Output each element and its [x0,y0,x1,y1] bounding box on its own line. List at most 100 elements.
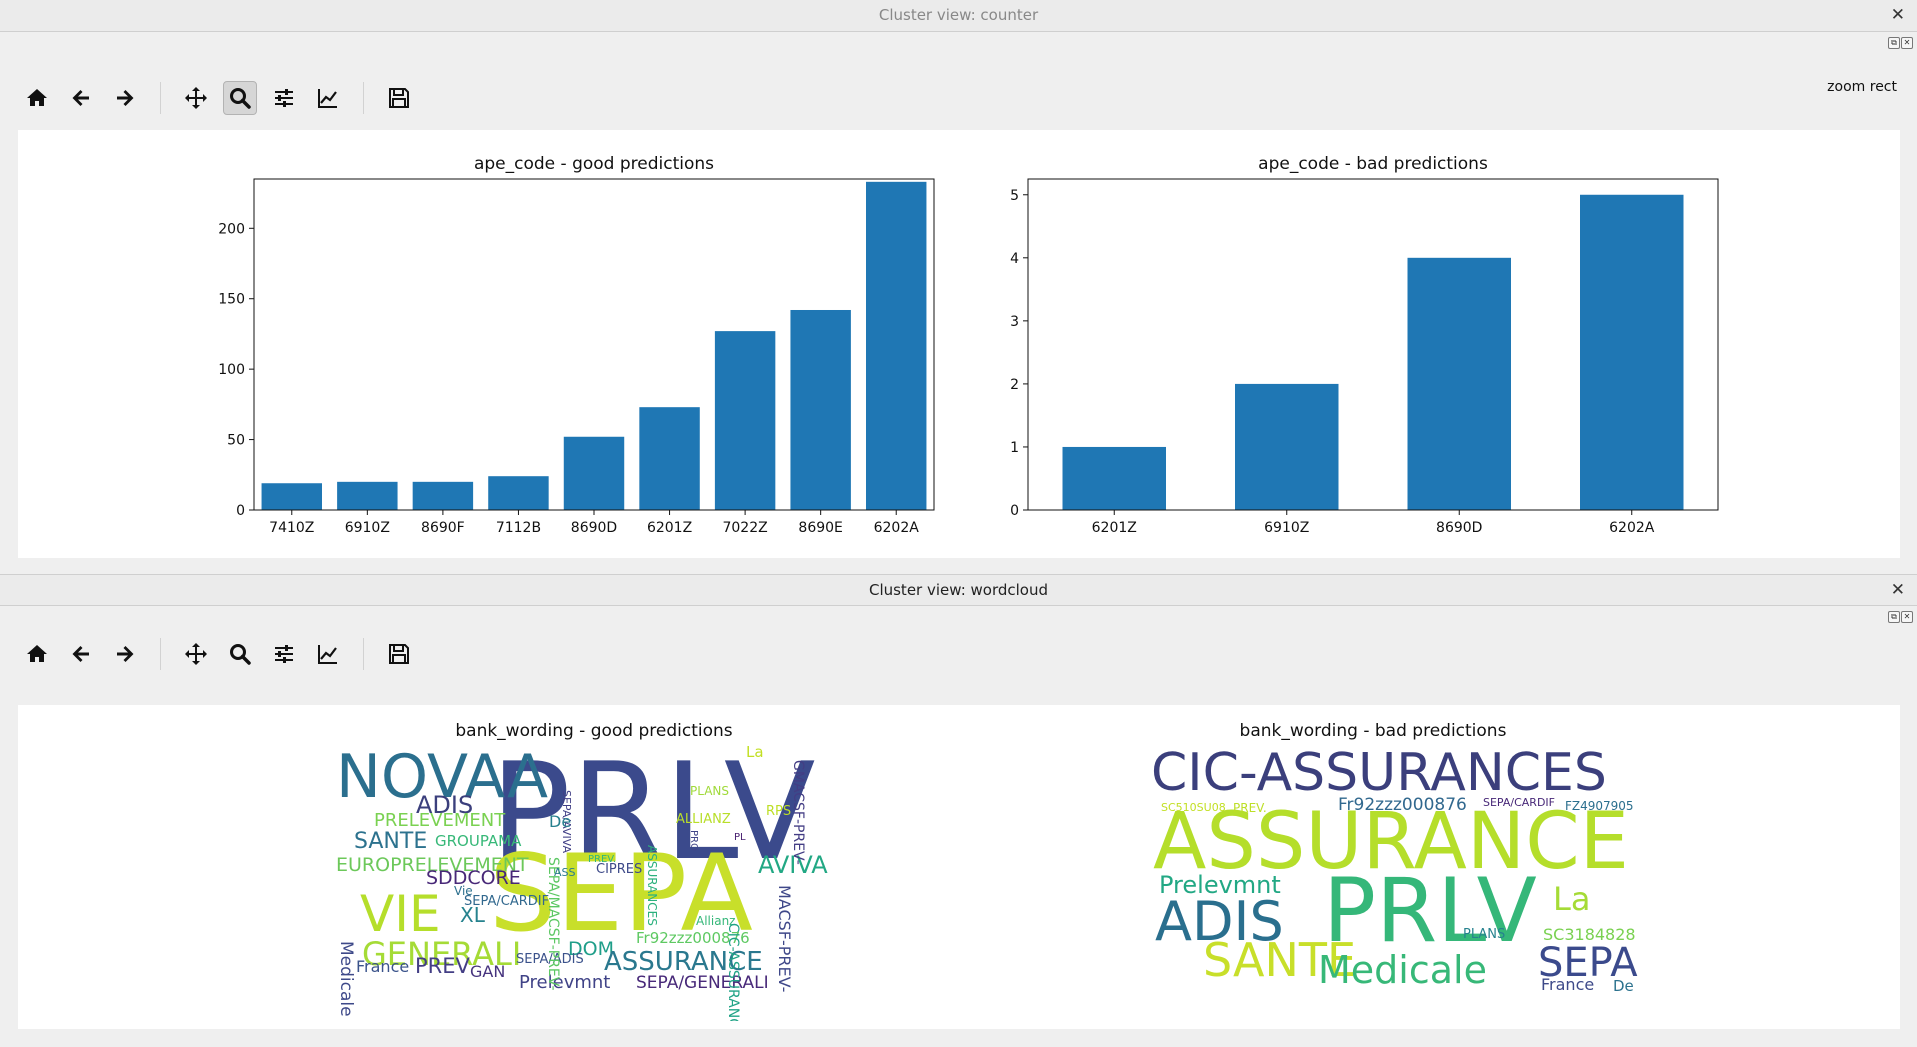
wordcloud-word: SEPA/CARDIF [464,894,550,909]
y-tick-label: 150 [218,292,245,308]
wordcloud-word: ASS [554,866,576,879]
wordcloud-word: MACSF-PREV- [775,885,794,993]
back-button[interactable] [64,637,98,671]
wordcloud-dock-close-button[interactable]: ✕ [1901,611,1913,623]
wordcloud-title-bad: bank_wording - bad predictions [1239,721,1507,741]
wordcloud-word: SC510SU08 [1161,801,1226,814]
wordcloud-bad-predictions[interactable]: CIC-ASSURANCES ASSURANCE PRLV ADIS SANTE Medi… [1133,745,1653,1021]
y-tick-label: 0 [1010,503,1019,519]
y-tick-label: 50 [227,433,245,449]
wordcloud-word: Fr92zzz000876 [1338,795,1467,815]
wordcloud-word: CIC-ASSURANCES [725,923,741,1021]
y-tick-label: 100 [218,362,245,378]
wordcloud-word: La [746,745,764,761]
zoom-magnifier-icon [230,88,251,109]
wordcloud-word: Prelevmnt [1159,871,1281,899]
wordcloud-good-predictions[interactable]: PRLV SEPA NOVAA ADIS PRELEVEMENT SANTE GROUPAM… [336,745,852,1021]
bar [714,331,776,510]
forward-arrow-icon [117,646,134,662]
counter-dock-close-button[interactable]: ✕ [1901,37,1913,49]
edit-curves-button[interactable] [311,81,345,115]
x-tick-label: 7022Z [722,520,767,536]
save-button[interactable] [382,637,416,671]
bar-chart-bad-predictions[interactable]: 6201Z 6910Z 8690D 6202A 0 1 2 3 4 5 [959,130,1900,558]
edit-curves-button[interactable] [311,637,345,671]
toolbar-separator [363,638,364,670]
subplots-button[interactable] [267,81,301,115]
home-icon [27,645,47,662]
wordcloud-word: SEPA/GENERALI [636,973,769,993]
bar [866,181,927,510]
y-tick-label: 3 [1010,314,1019,330]
home-button[interactable] [20,637,54,671]
bar [261,483,322,510]
bar [1580,194,1684,510]
x-tick-label: 6910Z [1264,520,1309,536]
wordcloud-window-title: Cluster view: wordcloud [868,581,1049,599]
wordcloud-float-button[interactable]: ⧉ [1888,611,1900,623]
counter-close-button[interactable]: ✕ [1891,0,1905,31]
wordcloud-window: Cluster view: wordcloud ✕ ⧉ ✕ bank_wordi… [0,574,1917,1047]
wordcloud-word: CIC-ASSURANCES [1151,745,1607,803]
wordcloud-word: ASSURANCES [645,845,659,926]
x-tick-label: 6201Z [647,520,692,536]
home-button[interactable] [20,81,54,115]
wordcloud-titlebar[interactable]: Cluster view: wordcloud ✕ [0,574,1917,606]
x-tick-label: 7112B [496,520,541,536]
counter-window: Cluster view: counter ✕ ⧉ ✕ zoom rect ap… [0,0,1917,570]
y-tick-label: 4 [1010,251,1019,267]
subplots-button[interactable] [267,637,301,671]
counter-window-title: Cluster view: counter [878,6,1039,24]
wordcloud-word: SC3184828 [1543,925,1636,944]
wordcloud-word: PRELEVEMENT [374,810,506,831]
home-icon [27,89,47,106]
back-button[interactable] [64,81,98,115]
y-tick-label: 5 [1010,188,1019,204]
wordcloud-toolbar [20,634,426,674]
counter-figure-canvas[interactable]: ape_code - good predictions ape_code - b… [18,130,1900,558]
wordcloud-word: France [356,957,410,976]
wordcloud-word: RPS [766,804,792,819]
wordcloud-close-button[interactable]: ✕ [1891,575,1905,606]
y-tick-label: 200 [218,221,245,237]
x-tick-label: 7410Z [269,520,314,536]
toolbar-separator [363,82,364,114]
pan-button[interactable] [179,637,213,671]
wordcloud-word: La [1553,880,1591,918]
toolbar-status-text: zoom rect [1827,79,1897,95]
forward-arrow-icon [117,90,134,106]
edit-curves-icon [318,645,337,664]
y-tick-label: 0 [236,503,245,519]
toolbar-separator [160,638,161,670]
counter-titlebar[interactable]: Cluster view: counter ✕ [0,0,1917,32]
save-button[interactable] [382,81,416,115]
wordcloud-word: PRO [688,830,699,851]
wordcloud-word: PL [734,832,746,843]
bar [639,407,700,510]
x-tick-label: 6910Z [345,520,390,536]
save-floppy-icon [389,88,409,108]
pan-button[interactable] [179,81,213,115]
wordcloud-word: De [1613,977,1634,995]
zoom-magnifier-icon [230,644,251,665]
y-tick-label: 1 [1010,440,1019,456]
bar [1062,446,1166,510]
wordcloud-word: Prelevmnt [519,972,611,993]
counter-float-button[interactable]: ⧉ [1888,37,1900,49]
save-floppy-icon [389,644,409,664]
toolbar-separator [160,82,161,114]
x-tick-label: 6202A [874,520,920,536]
bar [1235,383,1339,510]
bar-chart-good-predictions[interactable]: 7410Z 6910Z 8690F 7112B 8690D 6201Z 7022Z 8690E… [18,130,959,558]
pan-move-icon [185,643,207,665]
wordcloud-word: PREV. [588,854,617,865]
wordcloud-word: PLANS [1463,927,1506,942]
x-tick-label: 8690F [421,520,465,536]
zoom-button[interactable] [223,81,257,115]
bar [1407,257,1511,510]
x-tick-label: 6201Z [1092,520,1137,536]
wordcloud-figure-canvas[interactable]: bank_wording - good predictions bank_wor… [18,705,1900,1029]
forward-button[interactable] [108,637,142,671]
zoom-button[interactable] [223,637,257,671]
forward-button[interactable] [108,81,142,115]
